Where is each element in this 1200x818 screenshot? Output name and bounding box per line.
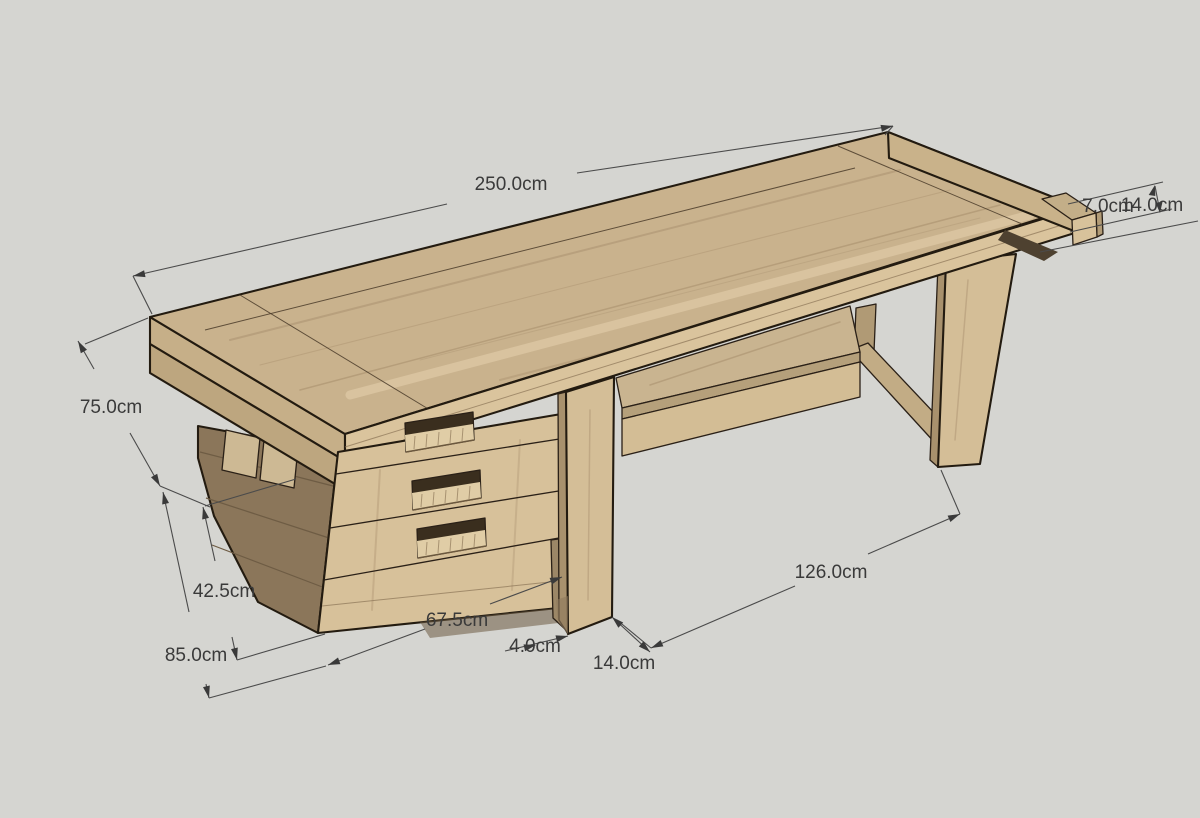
dim-label-top-total-thickness: 14.0cm: [1121, 195, 1183, 216]
workbench-drawing-canvas: 250.0cm 7.0cm 14.0cm 75.0cm 42.5cm 85.0c…: [0, 0, 1200, 818]
dim-label-overall-length: 250.0cm: [475, 174, 548, 195]
dim-label-open-bay-width: 126.0cm: [795, 562, 868, 583]
dim-label-drawer-stack-height: 42.5cm: [193, 581, 255, 602]
dim-label-depth: 85.0cm: [165, 645, 227, 666]
dim-label-leg-width: 14.0cm: [593, 653, 655, 674]
end-grain-block: [222, 430, 260, 478]
dim-label-drawer-bank-width: 67.5cm: [426, 610, 488, 631]
dim-label-leg-inset: 4.0cm: [509, 636, 561, 657]
workbench-3d-view: 250.0cm 7.0cm 14.0cm 75.0cm 42.5cm 85.0c…: [0, 0, 1200, 818]
middle-leg: [551, 377, 614, 634]
dim-label-height: 75.0cm: [80, 397, 142, 418]
